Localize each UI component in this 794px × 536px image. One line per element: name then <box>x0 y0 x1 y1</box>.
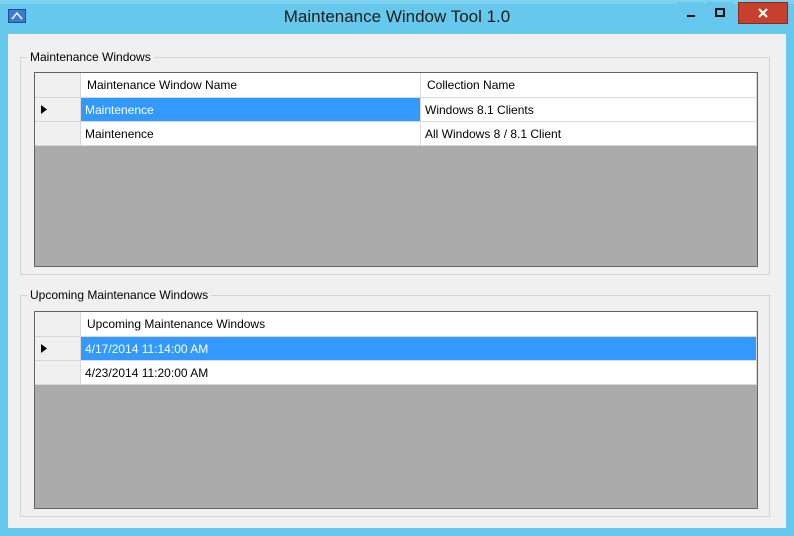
row-header-corner <box>35 312 81 337</box>
collection-name-cell[interactable]: Windows 8.1 Clients <box>421 98 757 122</box>
current-row-arrow-icon <box>41 105 47 114</box>
close-icon <box>758 8 768 18</box>
table-row[interactable]: 4/23/2014 11:20:00 AM <box>35 361 757 385</box>
grid-header: Maintenance Window Name Collection Name <box>35 73 757 98</box>
minimize-icon <box>686 15 695 17</box>
row-header[interactable] <box>35 361 81 385</box>
window-title: Maintenance Window Tool 1.0 <box>283 7 511 26</box>
minimize-button[interactable] <box>677 2 704 24</box>
maximize-icon <box>714 8 725 17</box>
upcoming-windows-group-label: Upcoming Maintenance Windows <box>27 288 212 303</box>
column-header-collection-name[interactable]: Collection Name <box>421 73 757 98</box>
row-header[interactable] <box>35 337 81 361</box>
column-header-window-name[interactable]: Maintenance Window Name <box>81 73 421 98</box>
current-row-arrow-icon <box>41 344 47 353</box>
client-area: Maintenance Windows Maintenance Window N… <box>8 34 786 528</box>
row-header[interactable] <box>35 122 81 146</box>
maintenance-windows-group-label: Maintenance Windows <box>27 50 154 65</box>
row-header[interactable] <box>35 98 81 122</box>
window-name-cell[interactable]: Maintenence <box>81 122 421 146</box>
maintenance-windows-group: Maintenance Windows Maintenance Window N… <box>20 50 770 275</box>
upcoming-datetime-cell[interactable]: 4/17/2014 11:14:00 AM <box>81 337 757 361</box>
table-row[interactable]: Maintenence Windows 8.1 Clients <box>35 98 757 122</box>
grid-header: Upcoming Maintenance Windows <box>35 312 757 337</box>
upcoming-datetime-cell[interactable]: 4/23/2014 11:20:00 AM <box>81 361 757 385</box>
app-window: Maintenance Window Tool 1.0 Maintenance … <box>0 0 794 536</box>
table-row[interactable]: Maintenence All Windows 8 / 8.1 Client <box>35 122 757 146</box>
upcoming-windows-group: Upcoming Maintenance Windows Upcoming Ma… <box>20 288 770 517</box>
window-name-cell[interactable]: Maintenence <box>81 98 421 122</box>
upcoming-windows-grid[interactable]: Upcoming Maintenance Windows 4/17/2014 1… <box>34 311 758 509</box>
title-bar[interactable]: Maintenance Window Tool 1.0 <box>0 0 794 34</box>
row-header-corner <box>35 73 81 98</box>
maximize-button[interactable] <box>706 2 733 24</box>
column-header-upcoming[interactable]: Upcoming Maintenance Windows <box>81 312 757 337</box>
close-button[interactable] <box>738 2 788 24</box>
maintenance-windows-grid[interactable]: Maintenance Window Name Collection Name … <box>34 72 758 267</box>
collection-name-cell[interactable]: All Windows 8 / 8.1 Client <box>421 122 757 146</box>
table-row[interactable]: 4/17/2014 11:14:00 AM <box>35 337 757 361</box>
